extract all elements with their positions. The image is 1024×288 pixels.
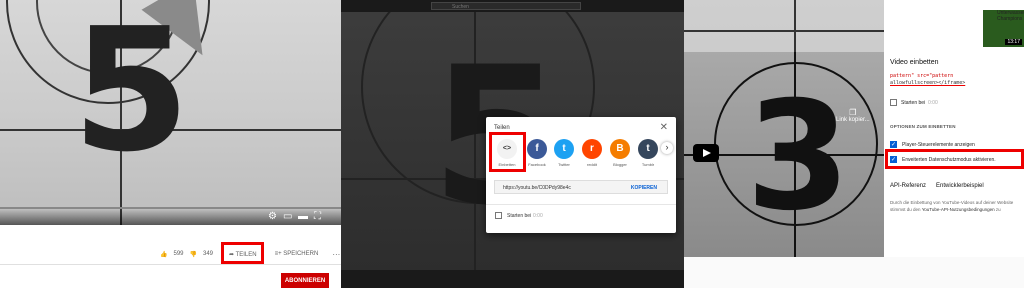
embed-code[interactable]: pattern" src="pattern allowfullscreen></…: [890, 73, 965, 87]
page-bottom-area: [684, 257, 1024, 288]
share-link: https://youtu.be/C0DPdy98e4c: [503, 185, 571, 191]
play-button-icon[interactable]: [693, 144, 719, 162]
copy-button[interactable]: KOPIEREN: [631, 181, 657, 195]
privacy-highlight-box: [885, 149, 1024, 169]
start-at-label: Starten bei: [901, 100, 926, 106]
terms-link[interactable]: YouTube-API-Nutzungsbedingungen: [922, 207, 995, 212]
more-actions-button[interactable]: ···: [332, 250, 340, 259]
save-button[interactable]: ≡+ SPEICHERN: [275, 251, 319, 257]
share-target-twitter[interactable]: t Twitter: [553, 139, 575, 167]
start-at-time[interactable]: 0:00: [928, 100, 938, 106]
fullscreen-icon[interactable]: ⛶: [314, 212, 321, 222]
share-dialog-panel: 5 Suchen Teilen ✕ <> Einbetten f Faceboo…: [341, 0, 684, 288]
start-at-checkbox[interactable]: [495, 212, 502, 219]
video-player[interactable]: 5 ⚙ ▭ ▬ ⛶: [0, 0, 341, 225]
copy-link-button[interactable]: ❐ Link kopier...: [836, 108, 870, 123]
tumblr-icon: t: [638, 139, 658, 159]
page-bottom-bar: [341, 270, 684, 288]
share-target-label: Blogger: [613, 162, 627, 167]
subscribe-button[interactable]: ABONNIEREN: [281, 273, 329, 288]
like-icon[interactable]: 👍: [160, 251, 167, 258]
player-controls-checkbox[interactable]: ✓: [890, 141, 897, 148]
settings-icon[interactable]: ⚙: [268, 212, 277, 222]
playlist-add-icon: ≡+: [274, 251, 282, 257]
terms-end: zu: [994, 207, 1001, 212]
share-target-label: reddit: [586, 162, 597, 167]
save-label: SPEICHERN: [283, 251, 319, 257]
code-line: allowfullscreen></iframe>: [890, 80, 966, 86]
facebook-icon: f: [527, 139, 547, 159]
embed-preview-video[interactable]: 3 ❐ Link kopier...: [684, 52, 884, 257]
tab-api-reference[interactable]: API-Referenz: [890, 183, 926, 189]
embed-terms: Durch die Einbettung von YouTube-Videos …: [890, 199, 1022, 213]
dialog-title: Teilen: [494, 125, 510, 131]
embed-title: Video einbetten: [890, 59, 939, 66]
start-at-label: Starten bei: [507, 213, 532, 219]
embed-dialog-panel: 13:17 Unterwasser Champions 3 ❐ Link kop…: [684, 0, 1024, 288]
video-page-panel: 5 ⚙ ▭ ▬ ⛶ 👍 599 👎 349 ➦ TEILEN ≡+ SPEICH…: [0, 0, 341, 288]
embed-highlight-box: [489, 132, 526, 172]
options-heading: OPTIONEN ZUM EINBETTEN: [890, 124, 956, 129]
share-target-tumblr[interactable]: t Tumblr: [637, 139, 659, 167]
share-target-blogger[interactable]: B Blogger: [609, 139, 631, 167]
share-target-label: Facebook: [528, 162, 546, 167]
blogger-icon: B: [610, 139, 630, 159]
video-duration: 13:17: [1005, 39, 1022, 45]
reddit-icon: r: [582, 139, 602, 159]
miniplayer-icon[interactable]: ▭: [283, 212, 292, 222]
divider: [0, 264, 341, 265]
countdown-number: 3: [746, 70, 851, 244]
code-line: pattern" src="pattern: [890, 73, 954, 79]
player-controls: ⚙ ▭ ▬ ⛶: [0, 209, 341, 225]
top-bar: Suchen: [341, 0, 684, 12]
start-at-checkbox[interactable]: [890, 99, 897, 106]
theater-mode-icon[interactable]: ▬: [298, 212, 308, 222]
share-target-label: Tumblr: [641, 162, 655, 167]
like-count: 599: [173, 251, 184, 257]
countdown-number: 5: [72, 0, 191, 190]
share-target-label: Twitter: [558, 162, 570, 167]
share-dialog: Teilen ✕ <> Einbetten f Facebook t Twitt…: [486, 117, 676, 233]
copy-icon: ❐: [849, 108, 857, 117]
share-target-facebook[interactable]: f Facebook: [526, 139, 548, 167]
next-arrow-icon[interactable]: ›: [661, 142, 673, 154]
player-controls-label: Player-Steuerelemente anzeigen: [902, 142, 975, 148]
dislike-icon[interactable]: 👎: [190, 251, 197, 258]
dislike-count: 349: [202, 251, 213, 257]
share-highlight-box: [221, 242, 264, 264]
share-link-field[interactable]: https://youtu.be/C0DPdy98e4c KOPIEREN: [494, 180, 668, 194]
search-input[interactable]: Suchen: [431, 2, 581, 10]
close-icon[interactable]: ✕: [660, 122, 668, 133]
share-target-reddit[interactable]: r reddit: [581, 139, 603, 167]
suggested-video-title[interactable]: Unterwasser Champions: [997, 10, 1024, 22]
dialog-divider: [486, 204, 676, 205]
tab-developer-example[interactable]: Entwicklerbeispiel: [936, 183, 984, 189]
crosshair-horizontal: [684, 30, 884, 32]
twitter-icon: t: [554, 139, 574, 159]
start-at-time[interactable]: 0:00: [533, 213, 543, 219]
embed-sidebar: Video einbetten pattern" src="pattern al…: [884, 52, 1024, 257]
copy-link-label: Link kopier...: [836, 117, 870, 123]
